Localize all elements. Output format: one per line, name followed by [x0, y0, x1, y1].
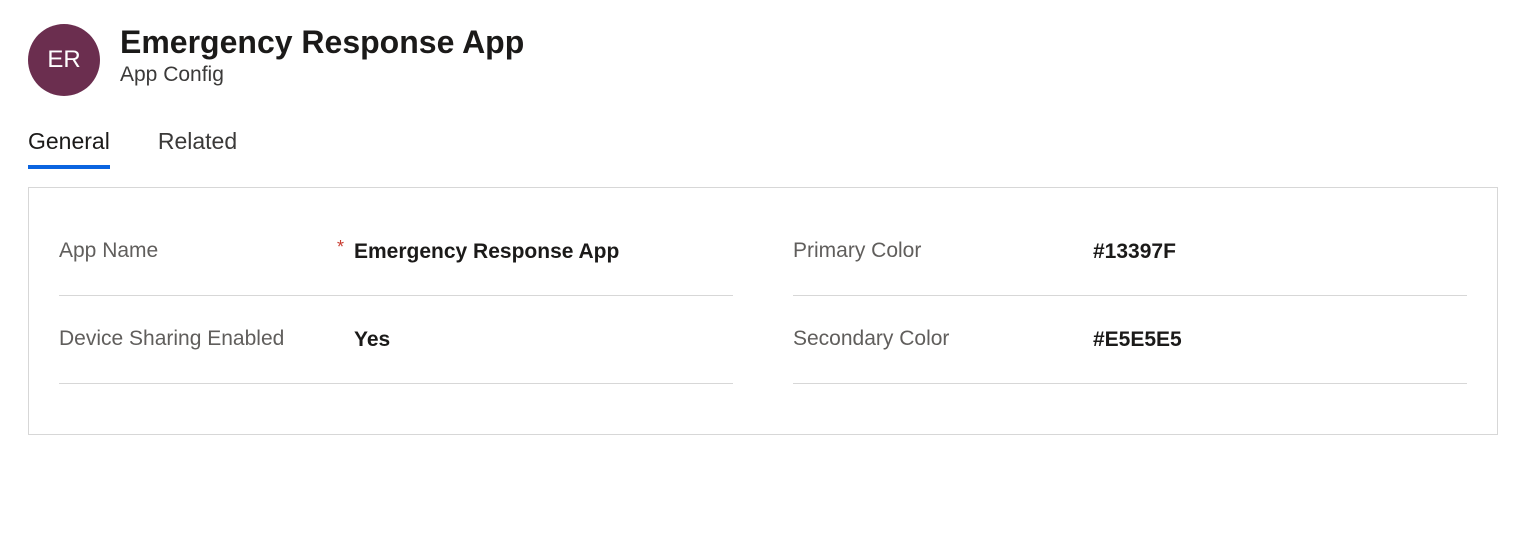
tab-label: General: [28, 128, 110, 154]
field-secondary-color[interactable]: Secondary Color #E5E5E5: [793, 296, 1467, 384]
avatar-initials: ER: [47, 46, 80, 74]
field-value: #13397F: [1093, 240, 1467, 264]
field-device-sharing-enabled[interactable]: Device Sharing Enabled Yes: [59, 296, 733, 384]
required-indicator: *: [337, 237, 344, 258]
field-value: Emergency Response App: [354, 240, 733, 264]
field-value: Yes: [354, 328, 733, 352]
page-subtitle: App Config: [120, 63, 524, 87]
field-label: App Name: [59, 237, 158, 265]
header-text: Emergency Response App App Config: [120, 24, 524, 87]
field-label-wrap: Secondary Color: [793, 325, 1093, 353]
field-label-wrap: Device Sharing Enabled: [59, 325, 354, 353]
tab-related[interactable]: Related: [158, 128, 237, 169]
field-label: Secondary Color: [793, 325, 949, 353]
field-value: #E5E5E5: [1093, 328, 1467, 352]
field-app-name[interactable]: App Name * Emergency Response App: [59, 208, 733, 296]
field-primary-color[interactable]: Primary Color #13397F: [793, 208, 1467, 296]
field-label-wrap: Primary Color: [793, 237, 1093, 265]
form-column-right: Primary Color #13397F Secondary Color #E…: [793, 208, 1467, 384]
field-label: Device Sharing Enabled: [59, 325, 284, 353]
tab-general[interactable]: General: [28, 128, 110, 169]
avatar: ER: [28, 24, 100, 96]
tabs: General Related: [0, 96, 1526, 169]
page-header: ER Emergency Response App App Config: [0, 0, 1526, 96]
page-title: Emergency Response App: [120, 24, 524, 61]
field-label: Primary Color: [793, 237, 921, 265]
tab-label: Related: [158, 128, 237, 154]
field-label-wrap: App Name *: [59, 237, 354, 265]
form-panel: App Name * Emergency Response App Device…: [28, 187, 1498, 435]
form-column-left: App Name * Emergency Response App Device…: [59, 208, 733, 384]
